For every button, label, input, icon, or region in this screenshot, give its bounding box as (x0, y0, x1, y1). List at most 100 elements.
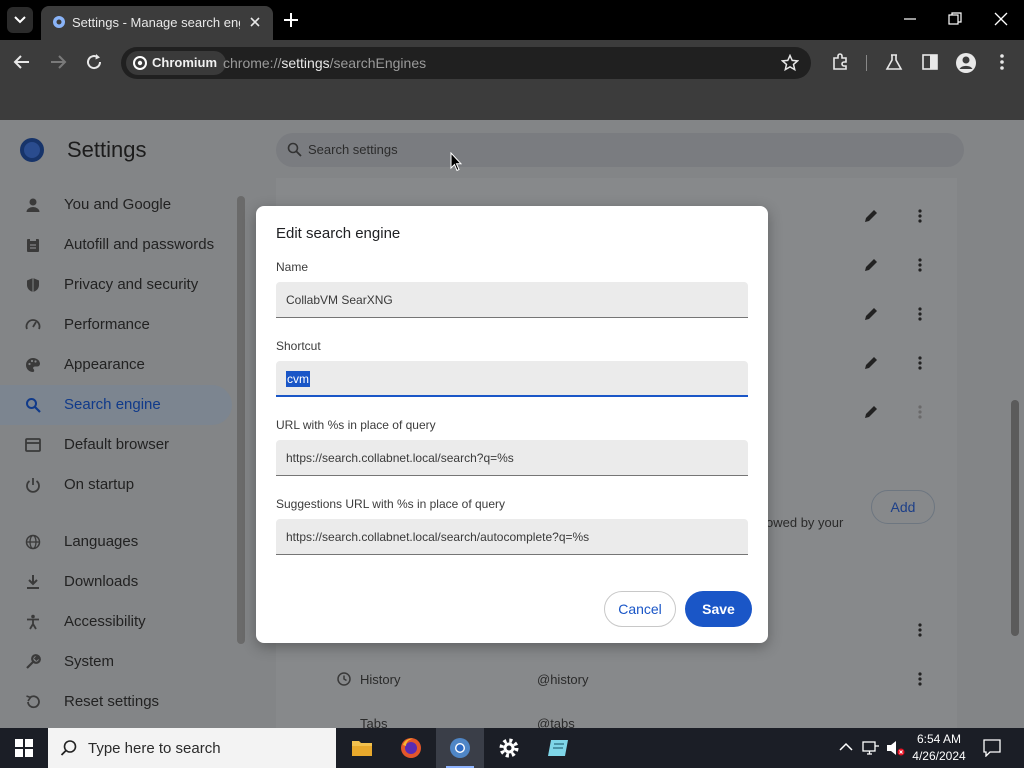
taskbar-file-explorer[interactable] (338, 728, 386, 768)
sidebar-item-you-and-google[interactable]: You and Google (0, 185, 232, 225)
chromium-logo-icon (133, 56, 147, 70)
sidebar-item-downloads[interactable]: Downloads (0, 562, 232, 602)
notification-center-icon[interactable] (983, 739, 1001, 757)
extensions-puzzle-icon[interactable] (831, 53, 849, 71)
cancel-button[interactable]: Cancel (604, 591, 676, 627)
globe-icon (25, 534, 41, 550)
chevron-up-icon[interactable] (839, 742, 853, 752)
shortcut-field[interactable]: cvm (276, 361, 748, 397)
sidebar-item-system[interactable]: System (0, 642, 232, 682)
gear-icon (53, 16, 65, 28)
mouse-cursor-icon (450, 152, 462, 172)
tab-title: Settings - Manage search engines (72, 15, 240, 30)
name-field[interactable]: CollabVM SearXNG (276, 282, 748, 318)
edit-pencil-icon[interactable] (863, 306, 879, 322)
forward-arrow-icon[interactable] (49, 53, 67, 71)
history-engine-shortcut: @history (537, 672, 589, 687)
sidebar-item-accessibility[interactable]: Accessibility (0, 602, 232, 642)
back-arrow-icon[interactable] (13, 53, 31, 71)
more-actions-icon[interactable] (912, 208, 928, 224)
more-actions-icon[interactable] (912, 404, 928, 420)
suggestions-url-field[interactable]: https://search.collabnet.local/search/au… (276, 519, 748, 555)
sidebar-item-label: Performance (64, 316, 150, 333)
page-scrollbar[interactable] (1008, 178, 1022, 728)
url-text: chrome://settings/searchEngines (223, 55, 426, 71)
download-icon (27, 575, 39, 589)
windows-taskbar: Type here to search 6:54 AM 4/26/2024 (0, 728, 1024, 768)
restore-icon[interactable] (948, 12, 962, 26)
shield-icon (27, 278, 39, 292)
site-info-label: Chromium (152, 55, 217, 70)
labs-flask-icon[interactable] (885, 53, 903, 71)
address-bar[interactable]: Chromium chrome://settings/searchEngines (121, 47, 811, 79)
new-tab-icon[interactable] (282, 11, 300, 29)
sidebar-item-label: System (64, 653, 115, 670)
more-actions-icon[interactable] (912, 355, 928, 371)
sidebar-item-default-browser[interactable]: Default browser (0, 425, 232, 465)
browser-window-icon (25, 438, 41, 452)
url-host: settings (281, 55, 330, 71)
gear-icon (499, 738, 519, 758)
history-icon (337, 672, 351, 686)
sidebar-item-autofill[interactable]: Autofill and passwords (0, 225, 232, 265)
taskbar-firefox[interactable] (387, 728, 435, 768)
dialog-title: Edit search engine (276, 225, 401, 242)
profile-avatar-icon[interactable] (955, 52, 977, 74)
sidebar-scrollbar[interactable] (234, 190, 248, 716)
tab-search-button[interactable] (7, 7, 33, 33)
side-panel-icon[interactable] (921, 53, 939, 71)
shortcut-selected-text: cvm (286, 371, 310, 387)
settings-search-input[interactable]: Search settings (276, 133, 964, 167)
more-actions-icon[interactable] (912, 257, 928, 273)
network-icon[interactable] (862, 740, 880, 756)
sidebar-item-on-startup[interactable]: On startup (0, 465, 232, 505)
sidebar-item-label: Default browser (64, 436, 170, 453)
page-title: Settings (67, 137, 147, 162)
sidebar-item-label: Autofill and passwords (64, 236, 215, 253)
tabs-engine-row[interactable]: Tabs @tabs (336, 716, 936, 728)
page-scrollbar-thumb[interactable] (1011, 400, 1019, 636)
taskbar-search-input[interactable]: Type here to search (48, 728, 336, 768)
minimize-icon[interactable] (903, 12, 917, 26)
sidebar-item-languages[interactable]: Languages (0, 522, 232, 562)
firefox-icon (401, 738, 421, 758)
close-icon[interactable] (247, 14, 263, 30)
edit-pencil-icon[interactable] (863, 404, 879, 420)
reload-icon[interactable] (85, 53, 103, 71)
site-info-chip[interactable]: Chromium (126, 51, 226, 75)
sidebar-scrollbar-thumb[interactable] (237, 196, 245, 644)
speaker-muted-icon[interactable] (886, 740, 906, 756)
more-actions-icon[interactable] (912, 622, 928, 638)
tab-settings[interactable]: Settings - Manage search engines (41, 6, 273, 40)
sidebar-item-reset-settings[interactable]: Reset settings (0, 682, 232, 722)
sidebar-item-appearance[interactable]: Appearance (0, 345, 232, 385)
sidebar-item-performance[interactable]: Performance (0, 305, 232, 345)
sidebar-item-label: On startup (64, 476, 135, 493)
sidebar-item-label: Appearance (64, 356, 145, 373)
window-close-icon[interactable] (994, 12, 1008, 26)
taskbar-app-generic[interactable] (534, 728, 582, 768)
edit-pencil-icon[interactable] (863, 257, 879, 273)
add-site-search-button[interactable]: Add (871, 490, 935, 524)
more-actions-icon[interactable] (912, 671, 928, 687)
edit-pencil-icon[interactable] (863, 208, 879, 224)
sidebar-item-privacy[interactable]: Privacy and security (0, 265, 232, 305)
url-field[interactable]: https://search.collabnet.local/search?q=… (276, 440, 748, 476)
name-label: Name (276, 260, 309, 274)
sidebar-item-label: Accessibility (64, 613, 146, 630)
url-path: /searchEngines (329, 55, 427, 71)
menu-kebab-icon[interactable] (993, 53, 1011, 71)
taskbar-clock[interactable]: 6:54 AM 4/26/2024 (905, 731, 973, 765)
speedometer-icon (25, 319, 41, 330)
reset-icon (26, 695, 40, 709)
edit-search-engine-dialog: Edit search engine Name CollabVM SearXNG… (256, 206, 768, 643)
start-button[interactable] (0, 728, 48, 768)
edit-pencil-icon[interactable] (863, 355, 879, 371)
bookmark-star-icon[interactable] (781, 54, 799, 72)
sidebar-item-search-engine[interactable]: Search engine (0, 385, 232, 425)
taskbar-chromium[interactable] (436, 728, 484, 768)
url-label: URL with %s in place of query (276, 418, 436, 432)
save-button[interactable]: Save (685, 591, 752, 627)
taskbar-settings[interactable] (485, 728, 533, 768)
more-actions-icon[interactable] (912, 306, 928, 322)
